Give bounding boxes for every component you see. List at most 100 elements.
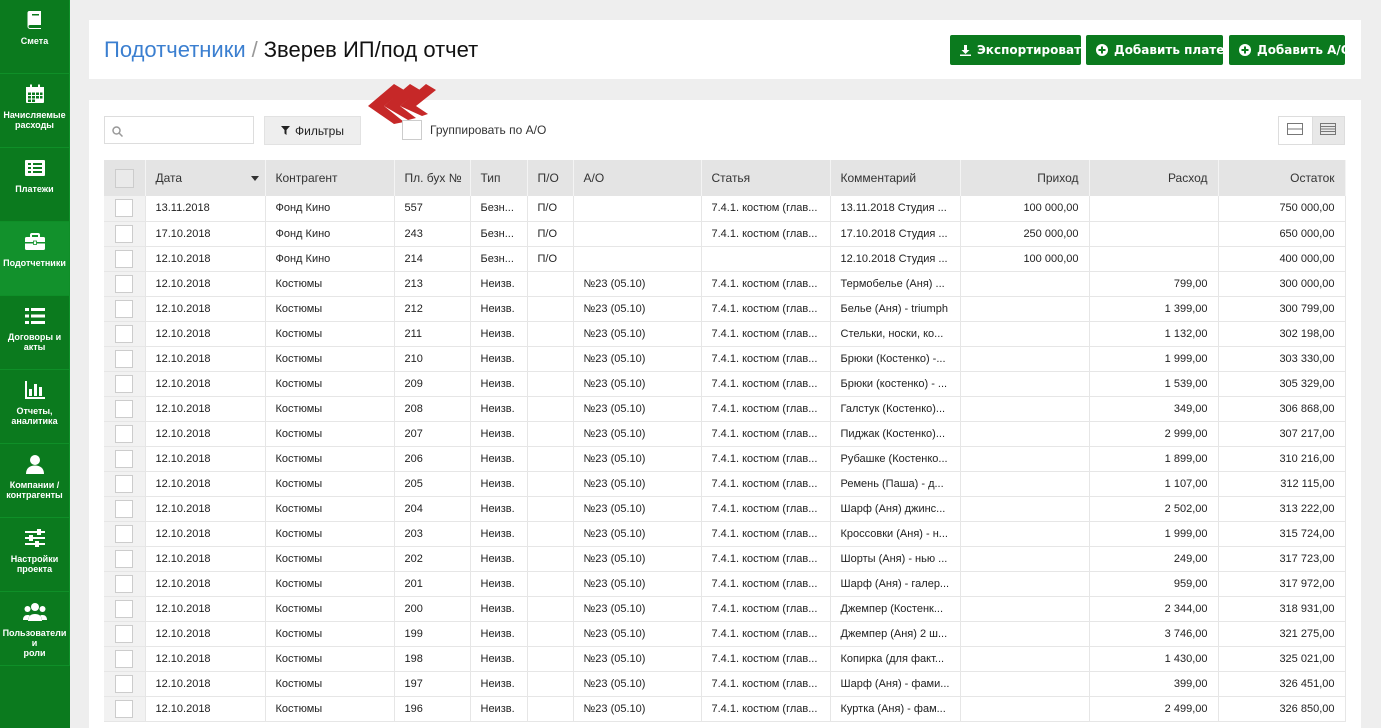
nav-item-users[interactable]: Пользователи и роли: [0, 592, 70, 666]
row-checkbox[interactable]: [115, 574, 134, 593]
search-box[interactable]: [104, 116, 254, 144]
row-checkbox[interactable]: [115, 649, 134, 668]
cell-date: 12.10.2018: [145, 696, 266, 722]
select-all-cell: [104, 160, 146, 196]
cell-accounting-number: 206: [394, 446, 471, 472]
row-checkbox[interactable]: [115, 549, 134, 568]
page-title: Зверев ИП/под отчет: [263, 37, 479, 62]
cell-accounting-number: 209: [394, 371, 471, 397]
row-checkbox[interactable]: [115, 524, 134, 543]
nav-item-contracts[interactable]: Договоры и акты: [0, 296, 70, 370]
nav-label: Настройки проекта: [10, 554, 59, 574]
row-checkbox[interactable]: [115, 299, 134, 318]
row-checkbox[interactable]: [115, 624, 134, 643]
row-checkbox[interactable]: [115, 674, 134, 693]
nav-item-companies[interactable]: Компании / контрагенты: [0, 444, 70, 518]
table-row[interactable]: 12.10.2018 Костюмы 209 Неизв. №23 (05.10) 7.4…: [104, 371, 1346, 397]
column-header-article[interactable]: Статья: [701, 160, 831, 196]
row-checkbox[interactable]: [115, 274, 134, 293]
cell-counterparty: Костюмы: [265, 271, 395, 297]
row-checkbox[interactable]: [115, 349, 134, 368]
filters-button[interactable]: Фильтры: [264, 116, 361, 145]
table-row[interactable]: 12.10.2018 Костюмы 197 Неизв. №23 (05.10) 7.4…: [104, 671, 1346, 697]
table-row[interactable]: 12.10.2018 Костюмы 196 Неизв. №23 (05.10) 7.4…: [104, 696, 1346, 722]
cell-counterparty: Костюмы: [265, 671, 395, 697]
cell-expense: 1 430,00: [1089, 646, 1219, 672]
row-checkbox[interactable]: [115, 424, 134, 443]
add-ao-button[interactable]: Добавить А/О: [1229, 35, 1351, 65]
cell-balance: 317 972,00: [1218, 571, 1346, 597]
search-input[interactable]: [127, 119, 247, 141]
nav-item-smeta[interactable]: Смета: [0, 0, 70, 74]
table-row[interactable]: 12.10.2018 Костюмы 210 Неизв. №23 (05.10) 7.4…: [104, 346, 1346, 372]
add-payment-button[interactable]: Добавить платеж: [1086, 35, 1236, 65]
row-checkbox[interactable]: [115, 324, 134, 343]
row-checkbox[interactable]: [115, 474, 134, 493]
table-row[interactable]: 12.10.2018 Костюмы 208 Неизв. №23 (05.10) 7.4…: [104, 396, 1346, 422]
row-checkbox[interactable]: [115, 249, 134, 268]
compact-view-button[interactable]: [1279, 117, 1312, 144]
row-checkbox[interactable]: [115, 374, 134, 393]
table-row[interactable]: 12.10.2018 Костюмы 211 Неизв. №23 (05.10) 7.4…: [104, 321, 1346, 347]
cell-type: Неизв.: [470, 496, 528, 522]
table-row[interactable]: 12.10.2018 Костюмы 204 Неизв. №23 (05.10) 7.4…: [104, 496, 1346, 522]
sliders-icon: [24, 526, 46, 550]
column-header-counterparty[interactable]: Контрагент: [265, 160, 395, 196]
table-row[interactable]: 12.10.2018 Костюмы 212 Неизв. №23 (05.10) 7.4…: [104, 296, 1346, 322]
nav-item-reports[interactable]: Отчеты, аналитика: [0, 370, 70, 444]
calendar-icon: [25, 82, 45, 106]
table-row[interactable]: 12.10.2018 Костюмы 207 Неизв. №23 (05.10) 7.4…: [104, 421, 1346, 447]
nav-item-project-settings[interactable]: Настройки проекта: [0, 518, 70, 592]
table-row[interactable]: 12.10.2018 Костюмы 198 Неизв. №23 (05.10) 7.4…: [104, 646, 1346, 672]
cell-article: 7.4.1. костюм (глав...: [701, 271, 831, 297]
table-row[interactable]: 17.10.2018 Фонд Кино 243 Безн... П/О 7.4.1. к…: [104, 221, 1346, 247]
select-all-checkbox[interactable]: [114, 168, 134, 188]
column-header-income[interactable]: Приход: [960, 160, 1090, 196]
row-checkbox[interactable]: [115, 199, 134, 218]
cell-comment: Шорты (Аня) - нью ...: [830, 546, 961, 572]
table-row[interactable]: 12.10.2018 Костюмы 206 Неизв. №23 (05.10) 7.4…: [104, 446, 1346, 472]
cell-comment: Джемпер (Костенк...: [830, 596, 961, 622]
bar-chart-icon: [24, 378, 46, 402]
cell-comment: Шарф (Аня) джинс...: [830, 496, 961, 522]
column-header-comment[interactable]: Комментарий: [830, 160, 961, 196]
table-row[interactable]: 12.10.2018 Фонд Кино 214 Безн... П/О 12.10.20…: [104, 246, 1346, 272]
table-row[interactable]: 12.10.2018 Костюмы 202 Неизв. №23 (05.10) 7.4…: [104, 546, 1346, 572]
table-body: 13.11.2018 Фонд Кино 557 Безн... П/О 7.4.1. к…: [104, 196, 1346, 722]
column-header-type[interactable]: Тип: [470, 160, 528, 196]
cell-counterparty: Костюмы: [265, 421, 395, 447]
column-header-po[interactable]: П/О: [527, 160, 574, 196]
group-by-ao-checkbox[interactable]: [402, 120, 422, 140]
table-row[interactable]: 12.10.2018 Костюмы 199 Неизв. №23 (05.10) 7.4…: [104, 621, 1346, 647]
table-row[interactable]: 12.10.2018 Костюмы 200 Неизв. №23 (05.10) 7.4…: [104, 596, 1346, 622]
table-row[interactable]: 12.10.2018 Костюмы 201 Неизв. №23 (05.10) 7.4…: [104, 571, 1346, 597]
row-checkbox[interactable]: [115, 449, 134, 468]
table-row[interactable]: 12.10.2018 Костюмы 205 Неизв. №23 (05.10) 7.4…: [104, 471, 1346, 497]
table-row[interactable]: 13.11.2018 Фонд Кино 557 Безн... П/О 7.4.1. к…: [104, 196, 1346, 222]
column-header-date[interactable]: Дата: [145, 160, 266, 196]
column-header-expense[interactable]: Расход: [1089, 160, 1219, 196]
row-checkbox[interactable]: [115, 699, 134, 718]
row-checkbox[interactable]: [115, 599, 134, 618]
nav-item-accountable-persons[interactable]: Подотчетники: [0, 222, 70, 296]
cell-comment: Пиджак (Костенко)...: [830, 421, 961, 447]
cell-income: [960, 521, 1090, 547]
column-header-balance[interactable]: Остаток: [1218, 160, 1346, 196]
cell-po: [527, 296, 574, 322]
cell-expense: 1 999,00: [1089, 521, 1219, 547]
row-checkbox[interactable]: [115, 399, 134, 418]
column-header-accounting-number[interactable]: Пл. бух №: [394, 160, 471, 196]
dense-view-button[interactable]: [1311, 117, 1344, 144]
nav-item-payments[interactable]: Платежи: [0, 148, 70, 222]
column-header-ao[interactable]: А/О: [573, 160, 702, 196]
table-row[interactable]: 12.10.2018 Костюмы 203 Неизв. №23 (05.10) 7.4…: [104, 521, 1346, 547]
row-checkbox[interactable]: [115, 224, 134, 243]
row-select-cell: [104, 696, 146, 722]
table-row[interactable]: 12.10.2018 Костюмы 213 Неизв. №23 (05.10) 7.4…: [104, 271, 1346, 297]
row-select-cell: [104, 221, 146, 247]
cell-date: 17.10.2018: [145, 221, 266, 247]
export-button[interactable]: Экспортировать: [950, 35, 1089, 65]
nav-item-accrued-expenses[interactable]: Начисляемые расходы: [0, 74, 70, 148]
breadcrumb-link-accountable-persons[interactable]: Подотчетники: [104, 37, 246, 62]
row-checkbox[interactable]: [115, 499, 134, 518]
